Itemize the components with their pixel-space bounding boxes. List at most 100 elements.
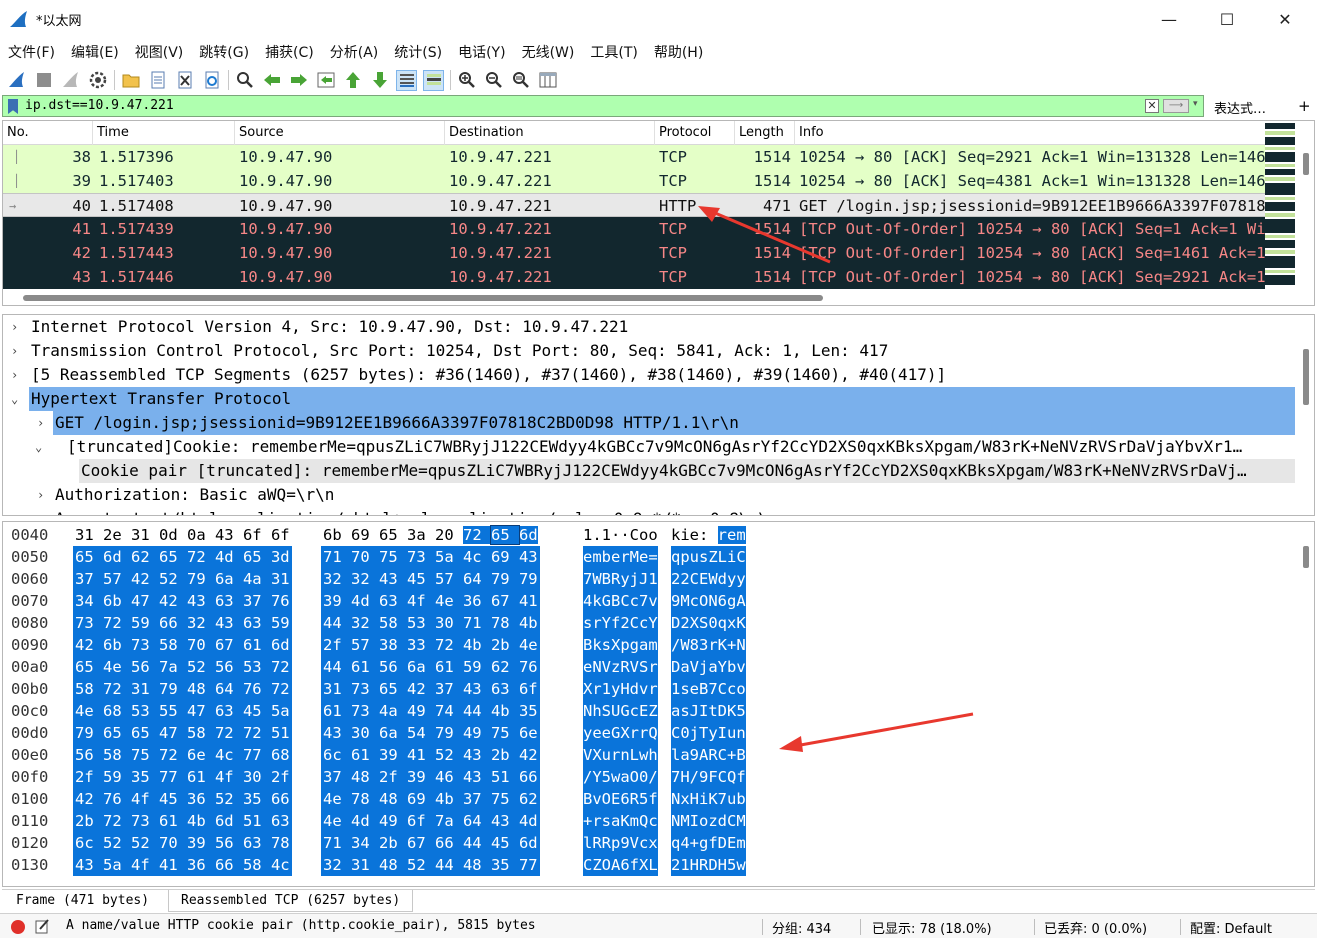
expand-arrow-icon[interactable]: › [37, 483, 44, 507]
column-header-no[interactable]: No. [3, 121, 93, 145]
recent-filters-dropdown[interactable]: ▾ [1193, 99, 1198, 109]
hex-bytes-right[interactable]: 4e 4d 49 6f 7a 64 43 4d [321, 810, 540, 832]
hex-bytes-left[interactable]: 42 6b 73 58 70 67 61 6d [73, 634, 292, 656]
ascii-left[interactable]: BvOE6R5f [583, 788, 658, 810]
hex-row[interactable]: 0050 65 6d 62 65 72 4d 65 3d 71 70 75 73 5… [3, 546, 1293, 568]
tree-item-reassembled-segments[interactable]: › [5 Reassembled TCP Segments (6257 byte… [3, 363, 1295, 387]
hex-bytes-left[interactable]: 73 72 59 66 32 43 63 59 [73, 612, 292, 634]
packet-list-horizontal-scrollbar[interactable] [3, 291, 1295, 305]
collapse-arrow-icon[interactable]: ⌄ [11, 387, 18, 411]
menu-tools[interactable]: 工具(T) [590, 42, 637, 62]
menu-help[interactable]: 帮助(H) [654, 42, 703, 62]
hex-bytes-left[interactable]: 42 76 4f 45 36 52 35 66 [73, 788, 292, 810]
packet-list-vertical-scrollbar[interactable] [1301, 145, 1311, 295]
ascii-right[interactable]: NxHiK7ub [671, 788, 746, 810]
ascii-right[interactable]: qpusZLiC [671, 546, 746, 568]
start-capture-button[interactable] [6, 70, 27, 91]
hex-bytes-right[interactable]: 39 4d 63 4f 4e 36 67 41 [321, 590, 540, 612]
normal-size-button[interactable] [510, 70, 531, 91]
hex-bytes-left[interactable]: 58 72 31 79 48 64 76 72 [73, 678, 292, 700]
menu-wireless[interactable]: 无线(W) [522, 42, 575, 62]
ascii-left[interactable]: /Y5waO0/ [583, 766, 658, 788]
save-file-button[interactable] [147, 70, 168, 91]
ascii-left[interactable]: 7WBRyjJ1 [583, 568, 658, 590]
menu-file[interactable]: 文件(F) [8, 42, 55, 62]
hex-byte[interactable]: 6d [519, 526, 538, 544]
maximize-button[interactable]: ☐ [1204, 4, 1250, 34]
hex-bytes-right[interactable]: 2f 57 38 33 72 4b 2b 4e [321, 634, 540, 656]
details-vertical-scrollbar[interactable] [1301, 345, 1311, 505]
capture-options-button[interactable] [87, 70, 108, 91]
hex-byte[interactable]: 6b [323, 526, 351, 544]
hex-bytes-right[interactable]: 6c 61 39 41 52 43 2b 42 [321, 744, 540, 766]
tree-item-http[interactable]: ⌄ Hypertext Transfer Protocol [3, 387, 1295, 411]
ascii-left[interactable]: 1.1··Coo [583, 524, 658, 546]
column-header-length[interactable]: Length [735, 121, 795, 145]
tree-item-authorization[interactable]: › Authorization: Basic aWQ=\r\n [3, 483, 1295, 507]
status-profile[interactable]: 配置: Default [1190, 918, 1272, 937]
clear-filter-button[interactable]: ✕ [1145, 99, 1159, 113]
ascii-left[interactable]: 4kGBCc7v [583, 590, 658, 612]
ascii-left[interactable]: BksXpgam [583, 634, 658, 656]
hex-bytes-right[interactable]: 44 61 56 6a 61 59 62 76 [321, 656, 540, 678]
ascii-right[interactable]: kie: rem [671, 524, 746, 546]
ascii-left[interactable]: emberMe= [583, 546, 658, 568]
hex-byte[interactable]: 65 [379, 526, 407, 544]
expand-arrow-icon[interactable]: › [11, 339, 18, 363]
ascii-right[interactable]: 1seB7Cco [671, 678, 746, 700]
ascii-left[interactable]: +rsaKmQc [583, 810, 658, 832]
display-filter-field[interactable]: ip.dst==10.9.47.221 ✕ ⟶ ▾ [2, 95, 1204, 117]
ascii-right[interactable]: q4+gfDEm [671, 832, 746, 854]
menu-analyze[interactable]: 分析(A) [330, 42, 379, 62]
hex-bytes-left[interactable]: 37 57 42 52 79 6a 4a 31 [73, 568, 292, 590]
hex-bytes-right[interactable]: 32 31 48 52 44 48 35 77 [321, 854, 540, 876]
close-button[interactable]: ✕ [1262, 4, 1308, 34]
hex-row[interactable]: 00c0 4e 68 53 55 47 63 45 5a 61 73 4a 49 7… [3, 700, 1293, 722]
hex-bytes-right[interactable]: 4e 78 48 69 4b 37 75 62 [321, 788, 540, 810]
menu-view[interactable]: 视图(V) [135, 42, 184, 62]
hex-bytes-left[interactable]: 6c 52 52 70 39 56 63 78 [73, 832, 292, 854]
column-header-protocol[interactable]: Protocol [655, 121, 735, 145]
column-header-source[interactable]: Source [235, 121, 445, 145]
hex-row[interactable]: 00b0 58 72 31 79 48 64 76 72 31 73 65 42 3… [3, 678, 1293, 700]
hex-bytes-right[interactable]: 31 73 65 42 37 43 63 6f [321, 678, 540, 700]
go-forward-button[interactable] [288, 70, 309, 91]
expression-button[interactable]: 表达式… [1214, 98, 1266, 117]
ascii-right[interactable]: 22CEWdyy [671, 568, 746, 590]
packet-row[interactable]: │ 38 1.517396 10.9.47.90 10.9.47.221 TCP… [3, 145, 1265, 169]
packet-minimap[interactable] [1265, 121, 1295, 289]
autoscroll-button[interactable] [396, 69, 417, 91]
hex-bytes-right[interactable]: 71 34 2b 67 66 44 45 6d [321, 832, 540, 854]
ascii-right[interactable]: la9ARC+B [671, 744, 746, 766]
packet-row-selected[interactable]: → 40 1.517408 10.9.47.90 10.9.47.221 HTT… [3, 193, 1265, 217]
hex-bytes-left[interactable]: 65 6d 62 65 72 4d 65 3d [73, 546, 292, 568]
ascii-right[interactable]: 7H/9FCQf [671, 766, 746, 788]
bookmark-icon[interactable] [8, 99, 18, 114]
column-header-destination[interactable]: Destination [445, 121, 655, 145]
expand-arrow-icon[interactable]: › [11, 363, 18, 387]
hex-row[interactable]: 0040 31 2e 31 0d 0a 43 6f 6f 6b 69 65 3a 2… [3, 524, 1293, 546]
ascii-chars[interactable]: kie: [671, 526, 718, 544]
ascii-left[interactable]: srYf2CcY [583, 612, 658, 634]
ascii-left[interactable]: CZOA6fXL [583, 854, 658, 876]
tree-item-tcp[interactable]: › Transmission Control Protocol, Src Por… [3, 339, 1295, 363]
hex-byte[interactable]: 72 [463, 526, 491, 544]
packet-row[interactable]: 42 1.517443 10.9.47.90 10.9.47.221 TCP 1… [3, 241, 1265, 265]
hex-row[interactable]: 00d0 79 65 65 47 58 72 72 51 43 30 6a 54 7… [3, 722, 1293, 744]
hex-row[interactable]: 0120 6c 52 52 70 39 56 63 78 71 34 2b 67 6… [3, 832, 1293, 854]
first-packet-button[interactable] [342, 70, 363, 91]
ascii-right[interactable]: NMIozdCM [671, 810, 746, 832]
colorize-button[interactable] [423, 69, 444, 91]
hex-row[interactable]: 0110 2b 72 73 61 4b 6d 51 63 4e 4d 49 6f 7… [3, 810, 1293, 832]
hex-row[interactable]: 0130 43 5a 4f 41 36 66 58 4c 32 31 48 52 4… [3, 854, 1293, 876]
ascii-right[interactable]: D2XS0qxK [671, 612, 746, 634]
hex-bytes-left[interactable]: 2f 59 35 77 61 4f 30 2f [73, 766, 292, 788]
menu-go[interactable]: 跳转(G) [199, 42, 249, 62]
hex-bytes-left[interactable]: 4e 68 53 55 47 63 45 5a [73, 700, 292, 722]
menu-telephony[interactable]: 电话(Y) [458, 42, 505, 62]
hex-bytes-right[interactable]: 37 48 2f 39 46 43 51 66 [321, 766, 540, 788]
hex-row[interactable]: 0060 37 57 42 52 79 6a 4a 31 32 32 43 45 5… [3, 568, 1293, 590]
ascii-left[interactable]: yeeGXrrQ [583, 722, 658, 744]
zoom-out-button[interactable] [483, 70, 504, 91]
tab-reassembled-tcp[interactable]: Reassembled TCP (6257 bytes) [168, 890, 414, 912]
